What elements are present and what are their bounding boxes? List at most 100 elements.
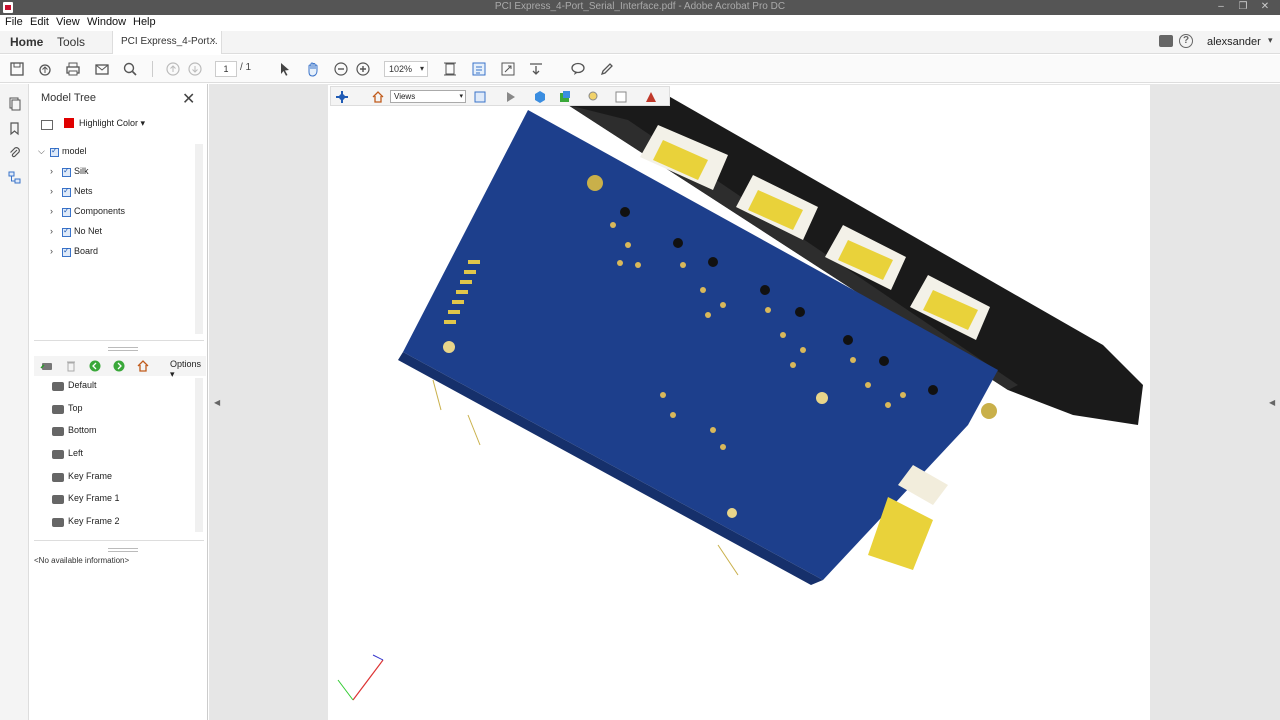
highlight-color-label[interactable]: Highlight Color ▾ bbox=[79, 118, 145, 129]
resize-handle[interactable] bbox=[108, 548, 138, 552]
chevron-right-icon[interactable]: › bbox=[50, 206, 53, 216]
home-tab[interactable]: Home bbox=[10, 35, 43, 49]
mounting-hole bbox=[981, 403, 997, 419]
print-icon[interactable] bbox=[65, 61, 81, 77]
mounting-hole bbox=[443, 341, 455, 353]
options-menu[interactable]: Options ▾ bbox=[170, 359, 206, 380]
app-nav-bar: Home Tools PCI Express_4-Port... × ? ale… bbox=[0, 31, 1280, 54]
upload-cloud-icon[interactable] bbox=[37, 61, 53, 77]
resize-handle[interactable] bbox=[108, 347, 138, 351]
menu-file[interactable]: File bbox=[5, 16, 23, 28]
tree-node-label: No Net bbox=[74, 226, 103, 236]
pcb-3d-model[interactable] bbox=[328, 85, 1150, 720]
delete-icon[interactable] bbox=[64, 359, 78, 373]
menu-help[interactable]: Help bbox=[133, 16, 156, 28]
views-select[interactable]: Views ▾ bbox=[390, 90, 466, 103]
close-button[interactable]: ✕ bbox=[1254, 0, 1276, 15]
page-total: / 1 bbox=[240, 62, 252, 73]
chevron-down-icon[interactable]: ⌵ bbox=[38, 146, 45, 157]
lighting-icon[interactable] bbox=[586, 90, 600, 104]
page-thumbnails-icon[interactable] bbox=[7, 96, 22, 111]
minimize-button[interactable]: – bbox=[1210, 0, 1232, 15]
scrolling-mode-icon[interactable] bbox=[471, 61, 487, 77]
mounting-hole bbox=[727, 508, 737, 518]
menu-edit[interactable]: Edit bbox=[30, 16, 49, 28]
restore-button[interactable]: ❐ bbox=[1232, 0, 1254, 15]
highlight-color-swatch[interactable] bbox=[64, 118, 74, 128]
help-icon[interactable]: ? bbox=[1179, 34, 1193, 48]
tree-node-label: Components bbox=[74, 206, 126, 216]
visibility-checkbox[interactable] bbox=[62, 246, 71, 257]
visibility-checkbox[interactable] bbox=[62, 166, 71, 177]
panel-divider bbox=[34, 540, 204, 541]
chevron-right-icon[interactable]: › bbox=[50, 186, 53, 196]
model-tree-toggle-icon[interactable] bbox=[473, 90, 487, 104]
cross-section-icon[interactable] bbox=[644, 90, 658, 104]
document-tab-close-icon[interactable]: × bbox=[210, 35, 216, 47]
mounting-hole bbox=[587, 175, 603, 191]
options-list-icon[interactable] bbox=[41, 120, 53, 130]
read-mode-icon[interactable] bbox=[528, 61, 544, 77]
next-view-icon[interactable] bbox=[112, 359, 126, 373]
visibility-checkbox[interactable] bbox=[50, 146, 59, 157]
chevron-right-icon[interactable]: › bbox=[50, 166, 53, 176]
background-color-icon[interactable] bbox=[614, 90, 628, 104]
select-cursor-icon[interactable] bbox=[277, 61, 293, 77]
visibility-checkbox[interactable] bbox=[62, 226, 71, 237]
tree-node-label: model bbox=[62, 146, 87, 156]
visibility-checkbox[interactable] bbox=[62, 206, 71, 217]
collapse-panel-icon[interactable]: ◀ bbox=[214, 398, 220, 407]
tree-node-label: Nets bbox=[74, 186, 93, 196]
model-tree-icon[interactable] bbox=[7, 170, 22, 185]
menu-window[interactable]: Window bbox=[87, 16, 126, 28]
camera-icon bbox=[52, 450, 64, 459]
visibility-checkbox[interactable] bbox=[62, 186, 71, 197]
zoom-out-icon[interactable] bbox=[333, 61, 349, 77]
document-tab[interactable]: PCI Express_4-Port... × bbox=[112, 31, 222, 54]
fit-page-icon[interactable] bbox=[442, 61, 458, 77]
hand-tool-icon[interactable] bbox=[305, 61, 321, 77]
full-screen-icon[interactable] bbox=[500, 61, 516, 77]
window-title: PCI Express_4-Port_Serial_Interface.pdf … bbox=[494, 1, 786, 12]
view-item-label: Key Frame 2 bbox=[68, 516, 120, 526]
zoom-in-icon[interactable] bbox=[355, 61, 371, 77]
expand-right-pane-icon[interactable]: ◀ bbox=[1269, 398, 1275, 407]
rotate-tool-icon[interactable] bbox=[335, 90, 349, 104]
save-icon[interactable] bbox=[9, 61, 25, 77]
bookmark-icon[interactable] bbox=[7, 121, 22, 136]
render-mode-icon[interactable] bbox=[558, 90, 572, 104]
zoom-level-select[interactable]: 102% ▾ bbox=[384, 61, 428, 77]
pen-draw-icon[interactable] bbox=[599, 61, 615, 77]
comment-bubble-icon[interactable] bbox=[1159, 35, 1173, 47]
home-view-icon[interactable] bbox=[136, 359, 150, 373]
page-number-input[interactable]: 1 bbox=[215, 61, 237, 77]
view-item-label: Key Frame bbox=[68, 471, 113, 481]
camera-icon bbox=[52, 382, 64, 391]
tree-node-label: Silk bbox=[74, 166, 89, 176]
model-tree-panel: Model Tree ✕ Highlight Color ▾ ⌵ model ›… bbox=[30, 84, 208, 720]
create-view-icon[interactable] bbox=[40, 359, 54, 373]
view-item-label: Left bbox=[68, 448, 84, 458]
tree-scrollbar[interactable] bbox=[195, 144, 203, 334]
chevron-right-icon[interactable]: › bbox=[50, 226, 53, 236]
views-scrollbar[interactable] bbox=[195, 378, 203, 532]
tools-tab[interactable]: Tools bbox=[57, 35, 85, 49]
camera-icon bbox=[52, 405, 64, 414]
next-page-icon[interactable] bbox=[187, 61, 203, 77]
search-icon[interactable] bbox=[122, 61, 138, 77]
attachment-icon[interactable] bbox=[7, 145, 22, 160]
chevron-down-icon[interactable]: ▾ bbox=[1268, 35, 1273, 46]
chevron-right-icon[interactable]: › bbox=[50, 246, 53, 256]
email-icon[interactable] bbox=[94, 61, 110, 77]
previous-page-icon[interactable] bbox=[165, 61, 181, 77]
user-name[interactable]: alexsander bbox=[1207, 36, 1261, 48]
menu-view[interactable]: View bbox=[56, 16, 80, 28]
comment-icon[interactable] bbox=[570, 61, 586, 77]
close-icon[interactable]: ✕ bbox=[182, 89, 195, 109]
camera-icon bbox=[52, 518, 64, 527]
default-view-icon[interactable] bbox=[371, 90, 385, 104]
play-animation-icon[interactable] bbox=[503, 90, 517, 104]
projection-icon[interactable] bbox=[533, 90, 547, 104]
zoom-level-value: 102% bbox=[389, 64, 413, 74]
previous-view-icon[interactable] bbox=[88, 359, 102, 373]
